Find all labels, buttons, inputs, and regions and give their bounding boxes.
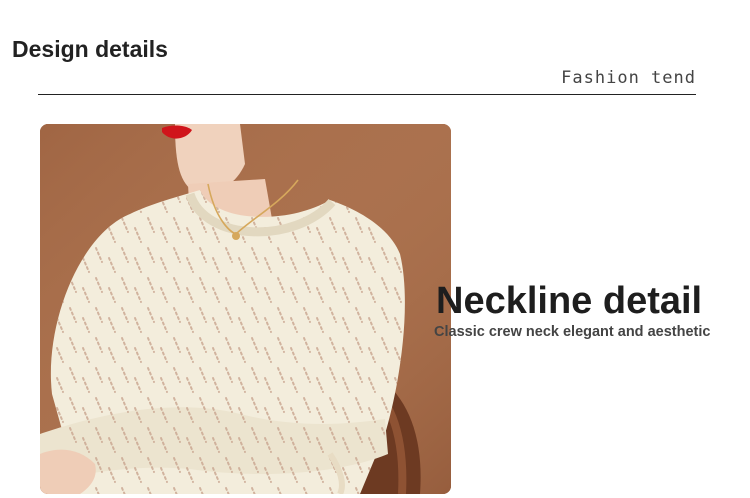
- section-title: Design details: [12, 36, 168, 62]
- product-photo: [40, 124, 451, 494]
- section-tagline: Fashion tend: [561, 68, 696, 88]
- feature-headline: Neckline detail: [436, 280, 703, 322]
- feature-subline: Classic crew neck elegant and aesthetic: [434, 324, 711, 340]
- divider-line: [38, 94, 696, 95]
